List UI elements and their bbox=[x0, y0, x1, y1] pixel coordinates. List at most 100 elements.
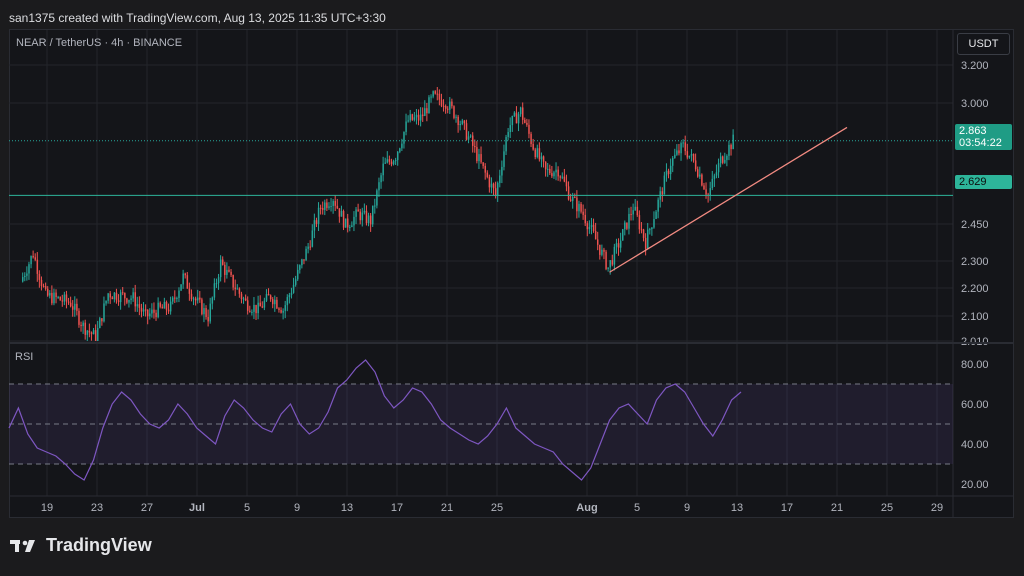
candle-body bbox=[634, 206, 636, 211]
candle-body bbox=[251, 311, 253, 313]
chart-svg[interactable]: 19 23 27 Jul 5 9 13 17 21 25 Aug 5 9 13 17 21 25 29 3.200 3… bbox=[0, 0, 1024, 576]
candle-body bbox=[611, 260, 614, 265]
candle-body bbox=[47, 288, 49, 296]
candle-body bbox=[632, 210, 634, 215]
candle-body bbox=[211, 297, 214, 304]
currency-button[interactable]: USDT bbox=[957, 33, 1010, 55]
time-tick-label: 21 bbox=[831, 502, 843, 514]
candle-body bbox=[126, 298, 128, 303]
candle-body bbox=[672, 157, 674, 166]
candle-body bbox=[617, 243, 620, 248]
candle-body bbox=[138, 304, 141, 308]
candle-body bbox=[372, 205, 374, 225]
candle-body bbox=[399, 148, 401, 152]
candle-body bbox=[509, 125, 511, 133]
rsi-tick-label: 20.00 bbox=[961, 479, 989, 491]
candle-body bbox=[317, 207, 320, 224]
candle-body bbox=[55, 292, 57, 298]
candle-body bbox=[559, 176, 561, 178]
candle-body bbox=[349, 226, 351, 228]
candle-body bbox=[363, 210, 366, 213]
candle-body bbox=[682, 142, 684, 144]
candle-body bbox=[213, 283, 216, 298]
candle-body bbox=[274, 299, 276, 305]
candle-body bbox=[153, 309, 155, 313]
price-tick-label: 2.450 bbox=[961, 219, 989, 231]
candle-body bbox=[155, 312, 157, 318]
time-tick-label: 13 bbox=[731, 502, 743, 514]
candle-body bbox=[426, 108, 428, 114]
candle-body bbox=[413, 117, 416, 120]
candle-body bbox=[419, 114, 422, 121]
rsi-indicator-label[interactable]: RSI bbox=[15, 351, 33, 363]
candle-body bbox=[228, 269, 230, 272]
candle-body bbox=[405, 121, 407, 132]
candle-body bbox=[151, 309, 153, 314]
candle-body bbox=[636, 206, 639, 216]
time-tick-label: 25 bbox=[491, 502, 503, 514]
candle-body bbox=[584, 214, 586, 224]
candle-body bbox=[574, 196, 576, 198]
candle-body bbox=[182, 273, 184, 285]
candle-body bbox=[142, 309, 145, 312]
candle-body bbox=[94, 330, 97, 341]
candle-body bbox=[655, 211, 657, 220]
time-tick-label: 9 bbox=[294, 502, 300, 514]
candle-body bbox=[330, 206, 332, 208]
tradingview-logo[interactable]: TradingView bbox=[10, 535, 152, 556]
candle-body bbox=[622, 229, 624, 241]
candle-body bbox=[576, 197, 578, 212]
candle-body bbox=[482, 162, 484, 166]
candle-body bbox=[209, 303, 211, 322]
price-tick-label: 3.200 bbox=[961, 60, 989, 72]
candle-body bbox=[642, 229, 645, 238]
candle-body bbox=[676, 150, 678, 155]
candle-body bbox=[122, 292, 124, 294]
candle-body bbox=[536, 148, 539, 158]
candle-body bbox=[369, 215, 372, 225]
candle-body bbox=[728, 144, 730, 156]
candle-body bbox=[534, 149, 536, 158]
candle-body bbox=[90, 332, 93, 335]
time-tick-label: 21 bbox=[441, 502, 453, 514]
candle-body bbox=[259, 302, 261, 307]
candle-body bbox=[472, 135, 474, 146]
candle-body bbox=[230, 271, 232, 275]
candle-body bbox=[292, 284, 295, 293]
candle-body bbox=[592, 224, 595, 231]
candle-body bbox=[65, 294, 68, 302]
symbol-label[interactable]: NEAR / TetherUS · 4h · BINANCE bbox=[16, 37, 182, 49]
candle-body bbox=[305, 248, 307, 261]
candle-body bbox=[567, 186, 570, 200]
candle-body bbox=[557, 169, 559, 177]
time-tick-label: Jul bbox=[189, 502, 205, 514]
candle-body bbox=[653, 219, 655, 228]
candle-body bbox=[257, 302, 259, 314]
candle-body bbox=[638, 215, 641, 230]
candle-body bbox=[555, 169, 557, 173]
candle-body bbox=[605, 251, 607, 269]
candle-body bbox=[667, 170, 670, 175]
time-tick-label: 5 bbox=[634, 502, 640, 514]
candle-body bbox=[226, 269, 228, 275]
candle-body bbox=[432, 91, 434, 97]
candle-body bbox=[324, 202, 326, 210]
candle-body bbox=[351, 225, 353, 227]
brand-name: TradingView bbox=[46, 535, 152, 555]
candle-body bbox=[386, 159, 389, 163]
candle-body bbox=[644, 237, 647, 249]
candle-body bbox=[22, 277, 24, 282]
candle-body bbox=[538, 148, 541, 160]
candle-body bbox=[224, 264, 226, 275]
candle-body bbox=[276, 299, 278, 309]
candle-body bbox=[61, 300, 64, 302]
candle-body bbox=[532, 143, 534, 150]
candle-body bbox=[651, 227, 653, 230]
candle-body bbox=[451, 101, 453, 107]
candle-body bbox=[132, 292, 134, 299]
candle-body bbox=[328, 206, 330, 208]
candle-body bbox=[157, 302, 159, 318]
candle-body bbox=[522, 107, 524, 120]
candle-body bbox=[480, 154, 482, 163]
time-tick-label: 23 bbox=[91, 502, 103, 514]
